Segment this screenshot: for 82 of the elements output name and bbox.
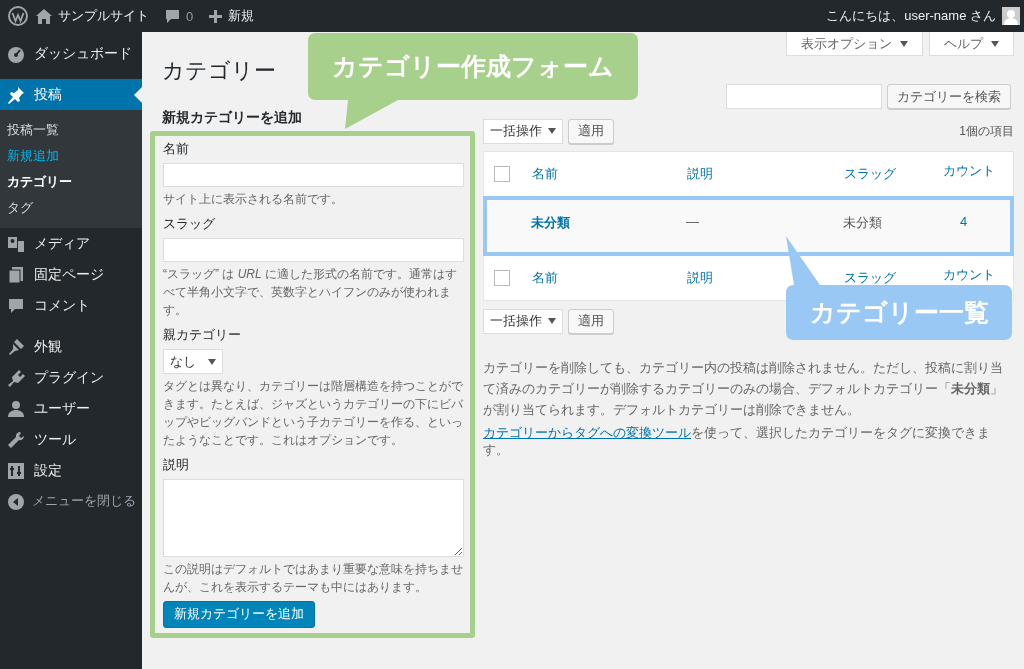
submenu-item[interactable]: タグ bbox=[0, 195, 142, 221]
collapse-icon bbox=[7, 492, 25, 511]
category-name-link[interactable]: 未分類 bbox=[531, 214, 686, 232]
user-icon bbox=[7, 399, 25, 418]
column-header[interactable]: 説明 bbox=[687, 165, 844, 183]
column-header[interactable]: 名前 bbox=[532, 165, 687, 183]
caret-icon bbox=[548, 318, 556, 324]
column-header[interactable]: スラッグ bbox=[844, 165, 943, 183]
item-count: 1個の項目 bbox=[959, 122, 1014, 140]
menu-item[interactable]: ダッシュボード bbox=[0, 38, 142, 69]
settings-icon bbox=[7, 461, 25, 480]
screen-option-tab[interactable]: 表示オプション bbox=[786, 32, 923, 56]
greeting-link[interactable]: こんにちは、user-name さん bbox=[826, 7, 996, 25]
description-field[interactable] bbox=[163, 479, 464, 557]
column-header[interactable]: カウント bbox=[943, 266, 1013, 284]
text-field[interactable] bbox=[163, 163, 464, 187]
column-header[interactable]: 名前 bbox=[532, 269, 687, 287]
column-header[interactable]: カウント bbox=[943, 162, 1013, 180]
column-header[interactable]: スラッグ bbox=[844, 269, 943, 287]
menu-item[interactable]: 固定ページ bbox=[0, 259, 142, 290]
media-icon bbox=[7, 234, 25, 253]
comment-icon bbox=[165, 8, 180, 24]
page-title: カテゴリー bbox=[162, 57, 276, 85]
form-heading: 新規カテゴリーを追加 bbox=[162, 109, 303, 127]
menu-item[interactable]: 投稿 bbox=[0, 79, 142, 110]
menu-item[interactable]: コメント bbox=[0, 290, 142, 321]
add-category-button[interactable]: 新規カテゴリーを追加 bbox=[163, 601, 315, 628]
submenu-item[interactable]: カテゴリー bbox=[0, 169, 142, 195]
submenu-item[interactable]: 新規追加 bbox=[0, 143, 142, 169]
menu-item[interactable]: プラグイン bbox=[0, 362, 142, 393]
pages-icon bbox=[7, 265, 25, 284]
field-label: スラッグ bbox=[163, 215, 216, 233]
menu-item[interactable]: ユーザー bbox=[0, 393, 142, 424]
menu-item[interactable]: 設定 bbox=[0, 455, 142, 486]
text-field[interactable] bbox=[163, 238, 464, 262]
submenu-item[interactable]: 投稿一覧 bbox=[0, 117, 142, 143]
help-text: タグとは異なり、カテゴリーは階層構造を持つことができます。たとえば、ジャズというカテゴリーの下にビバップやビッグバンドという子カテゴリーを作る、といったようなことです。これはオプションです。 bbox=[163, 378, 464, 449]
help-text: “スラッグ” は URL に適した形式の名前です。通常はすべて半角小文字で、英数字とハイフンのみが使われます。 bbox=[163, 266, 459, 319]
checkbox[interactable] bbox=[494, 270, 510, 286]
search-button[interactable]: カテゴリーを検索 bbox=[887, 84, 1011, 109]
field-label: 説明 bbox=[163, 456, 190, 474]
comment-icon bbox=[7, 296, 25, 315]
dashboard-icon bbox=[7, 44, 25, 63]
table-cell-text: — bbox=[686, 214, 700, 229]
help-text: この説明はデフォルトではあまり重要な意味を持ちませんが、これを表示するテーマも中にはあります。 bbox=[163, 561, 464, 596]
menu-item[interactable]: ツール bbox=[0, 424, 142, 455]
screen-option-tab[interactable]: ヘルプ bbox=[929, 32, 1014, 56]
caret-icon bbox=[208, 358, 216, 365]
notice-text: カテゴリーを削除しても、カテゴリー内の投稿は削除されません。ただし、投稿に割り当て済みのカテゴリーが削除するカテゴリーのみの場合、デフォルトカテゴリー「未分類」が割り当てられます。デフォルトカテゴリーは削除できません。 bbox=[483, 360, 1004, 419]
parent-category-select[interactable]: なし bbox=[163, 349, 223, 374]
new-link[interactable]: 新規 bbox=[228, 7, 255, 25]
apply-button[interactable]: 適用 bbox=[568, 118, 614, 144]
wrench-icon bbox=[7, 430, 25, 449]
search-field[interactable] bbox=[726, 84, 882, 109]
bulk-action-select[interactable]: 一括操作 bbox=[483, 118, 563, 144]
table-cell-text: 未分類 bbox=[843, 214, 883, 232]
plug-icon bbox=[7, 368, 25, 387]
comment-count[interactable]: 0 bbox=[186, 8, 194, 24]
plus-icon bbox=[209, 9, 223, 23]
converter-link[interactable]: カテゴリーからタグへの変換ツール bbox=[483, 426, 691, 440]
convert-text: カテゴリーからタグへの変換ツールを使って、選択したカテゴリーをタグに変換できます。 bbox=[483, 425, 991, 459]
callout-label: カテゴリー作成フォーム bbox=[331, 51, 615, 82]
avatar-icon[interactable] bbox=[1002, 7, 1020, 25]
bulk-action-select[interactable]: 一括操作 bbox=[483, 308, 563, 334]
count-link[interactable]: 4 bbox=[940, 214, 1010, 229]
column-header[interactable]: 説明 bbox=[687, 269, 844, 287]
menu-item[interactable]: 外観 bbox=[0, 331, 142, 362]
home-icon bbox=[36, 8, 52, 24]
field-label: 名前 bbox=[163, 140, 190, 158]
caret-icon bbox=[991, 40, 999, 47]
help-text: サイト上に表示される名前です。 bbox=[163, 191, 344, 208]
logo-icon[interactable] bbox=[8, 6, 28, 26]
checkbox[interactable] bbox=[494, 166, 510, 182]
caret-icon bbox=[900, 40, 908, 47]
brush-icon bbox=[7, 337, 25, 356]
field-label: 親カテゴリー bbox=[163, 326, 242, 344]
pin-icon bbox=[7, 85, 25, 104]
callout-label: カテゴリー一覧 bbox=[808, 297, 990, 328]
menu-item[interactable]: メディア bbox=[0, 228, 142, 259]
site-name-link[interactable]: サンプルサイト bbox=[58, 7, 149, 25]
apply-button[interactable]: 適用 bbox=[568, 308, 614, 334]
collapse-menu-button[interactable]: メニューを閉じる bbox=[0, 486, 142, 517]
